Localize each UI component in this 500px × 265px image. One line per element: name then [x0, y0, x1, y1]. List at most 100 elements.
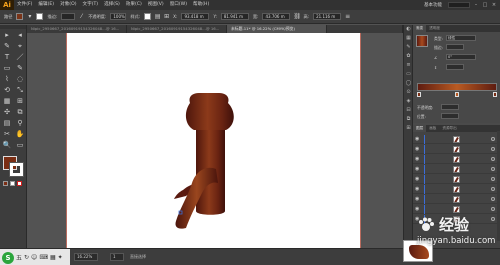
- visibility-eye-icon[interactable]: ◉: [415, 146, 419, 153]
- tool-button-5[interactable]: ／: [14, 53, 26, 62]
- tool-button-13[interactable]: ⊞: [14, 97, 26, 106]
- link-icon[interactable]: ⛓: [293, 13, 301, 20]
- tool-button-10[interactable]: ⟲: [1, 86, 13, 95]
- stroke-swatch[interactable]: [36, 13, 44, 20]
- ime-keyboard-icon[interactable]: ⌨: [39, 254, 48, 261]
- gradient-stop-right[interactable]: [493, 92, 497, 97]
- layer-row[interactable]: ◉: [413, 165, 500, 174]
- pathfinder-panel-icon[interactable]: ⧉: [404, 115, 413, 124]
- tool-button-15[interactable]: ⧉: [14, 108, 26, 117]
- layer-row[interactable]: ◉: [413, 175, 500, 184]
- zoom-field[interactable]: 16.22%: [74, 253, 98, 261]
- tool-button-1[interactable]: ◂: [14, 31, 26, 40]
- menu-file[interactable]: 文件(F): [14, 0, 35, 10]
- tool-button-3[interactable]: ⌖: [14, 42, 26, 51]
- gradient-panel-icon[interactable]: ▭: [404, 70, 413, 79]
- fill-swatch[interactable]: [16, 13, 24, 20]
- tool-button-14[interactable]: ✣: [1, 108, 13, 117]
- ime-skin-icon[interactable]: ✦: [58, 254, 63, 261]
- tab-layers[interactable]: 图层: [413, 125, 427, 132]
- gradient-type-select[interactable]: 线性: [446, 35, 476, 41]
- layer-row[interactable]: ◉: [413, 135, 500, 144]
- tool-button-17[interactable]: ⚲: [14, 119, 26, 128]
- maximize-button[interactable]: □: [482, 2, 488, 8]
- swatches-panel-icon[interactable]: ▦: [404, 34, 413, 43]
- menu-object[interactable]: 对象(O): [57, 0, 79, 10]
- artboard[interactable]: [66, 33, 360, 248]
- layer-row[interactable]: ◉: [413, 145, 500, 154]
- vase-bulb-shape[interactable]: [185, 93, 234, 130]
- tab-document-active[interactable]: 未标题-11* @ 16.22% (CMYK/预览): [227, 25, 327, 33]
- symbol-panel-icon[interactable]: ✿: [404, 52, 413, 61]
- layer-row[interactable]: ◉: [413, 195, 500, 204]
- menu-edit[interactable]: 编辑(E): [35, 0, 57, 10]
- menu-help[interactable]: 帮助(H): [190, 0, 212, 10]
- tab-transparency[interactable]: 透明度: [426, 25, 443, 32]
- transform-icon[interactable]: ⊞: [163, 13, 170, 20]
- tool-button-12[interactable]: ▦: [1, 97, 13, 106]
- tab-asset-export[interactable]: 资源导出: [439, 125, 459, 132]
- layer-target-icon[interactable]: [491, 137, 495, 141]
- color-mode-swatch[interactable]: [3, 181, 8, 186]
- align-icon[interactable]: ▤: [154, 13, 161, 20]
- visibility-eye-icon[interactable]: ◉: [415, 136, 419, 143]
- tool-button-20[interactable]: 🔍: [1, 141, 13, 150]
- tool-button-0[interactable]: ▸: [1, 31, 13, 40]
- tab-document-4[interactable]: [327, 25, 403, 33]
- x-field[interactable]: 93.418 m: [181, 13, 210, 20]
- tool-button-7[interactable]: ✎: [14, 64, 26, 73]
- w-field[interactable]: 43.706 m: [262, 13, 291, 20]
- layer-target-icon[interactable]: [491, 177, 495, 181]
- menu-icon[interactable]: ≡: [344, 13, 351, 20]
- visibility-eye-icon[interactable]: ◉: [415, 176, 419, 183]
- transform-panel-icon[interactable]: ⊞: [404, 124, 413, 133]
- artwork[interactable]: [66, 33, 360, 248]
- tool-button-18[interactable]: ✂: [1, 130, 13, 139]
- tool-button-4[interactable]: T: [1, 53, 13, 62]
- tool-button-19[interactable]: ✋: [14, 130, 26, 139]
- stop-location-field[interactable]: [441, 113, 459, 119]
- gradient-slider[interactable]: [417, 83, 497, 91]
- tool-button-6[interactable]: ▭: [1, 64, 13, 73]
- brush-icon[interactable]: ⁄: [78, 13, 85, 20]
- workspace-switcher[interactable]: 基本功能: [421, 2, 445, 8]
- tool-button-16[interactable]: ▤: [1, 119, 13, 128]
- close-button[interactable]: ×: [491, 2, 497, 8]
- page-field[interactable]: 1: [110, 253, 124, 261]
- ime-grid-icon[interactable]: ▦: [50, 254, 56, 261]
- visibility-eye-icon[interactable]: ◉: [415, 196, 419, 203]
- menu-window[interactable]: 窗口(W): [167, 0, 190, 10]
- stroke-weight-field[interactable]: [61, 13, 76, 20]
- layer-target-icon[interactable]: [491, 167, 495, 171]
- transparency-panel-icon[interactable]: ◯: [404, 79, 413, 88]
- tool-button-9[interactable]: ◌: [14, 75, 26, 84]
- gradient-angle-field[interactable]: 0°: [446, 54, 476, 60]
- ime-refresh-icon[interactable]: ↻: [24, 254, 29, 261]
- search-input[interactable]: [448, 2, 470, 8]
- graphic-styles-icon[interactable]: ◈: [404, 97, 413, 106]
- gradient-stop-left[interactable]: [417, 92, 421, 97]
- gradient-mode-swatch[interactable]: [10, 181, 15, 186]
- minimize-button[interactable]: –: [473, 2, 479, 8]
- tool-button-8[interactable]: ⌇: [1, 75, 13, 84]
- brush-panel-icon[interactable]: ✎: [404, 43, 413, 52]
- layer-target-icon[interactable]: [491, 207, 495, 211]
- opacity-field[interactable]: 100%: [110, 13, 127, 20]
- tool-button-21[interactable]: ▭: [14, 141, 26, 150]
- stop-opacity-field[interactable]: [441, 104, 459, 110]
- layer-row[interactable]: ◉: [413, 185, 500, 194]
- stroke-gradient-options[interactable]: [446, 44, 464, 50]
- layer-target-icon[interactable]: [491, 187, 495, 191]
- gradient-aspect-field[interactable]: [446, 64, 464, 70]
- ime-emoji-icon[interactable]: ☺: [31, 254, 37, 261]
- tab-document-1[interactable]: Nipic_2950667_20160919154326048...@ 16..…: [27, 25, 127, 33]
- tool-button-2[interactable]: ✎: [1, 42, 13, 51]
- layer-row[interactable]: ◉: [413, 155, 500, 164]
- y-field[interactable]: 81.941 m: [220, 13, 249, 20]
- align-panel-icon[interactable]: ⊟: [404, 106, 413, 115]
- ime-mode-icon[interactable]: 五: [16, 253, 22, 262]
- sogou-logo-icon[interactable]: S: [2, 251, 14, 264]
- layer-target-icon[interactable]: [491, 197, 495, 201]
- stroke-color-swatch[interactable]: [9, 162, 24, 177]
- menu-type[interactable]: 文字(T): [80, 0, 102, 10]
